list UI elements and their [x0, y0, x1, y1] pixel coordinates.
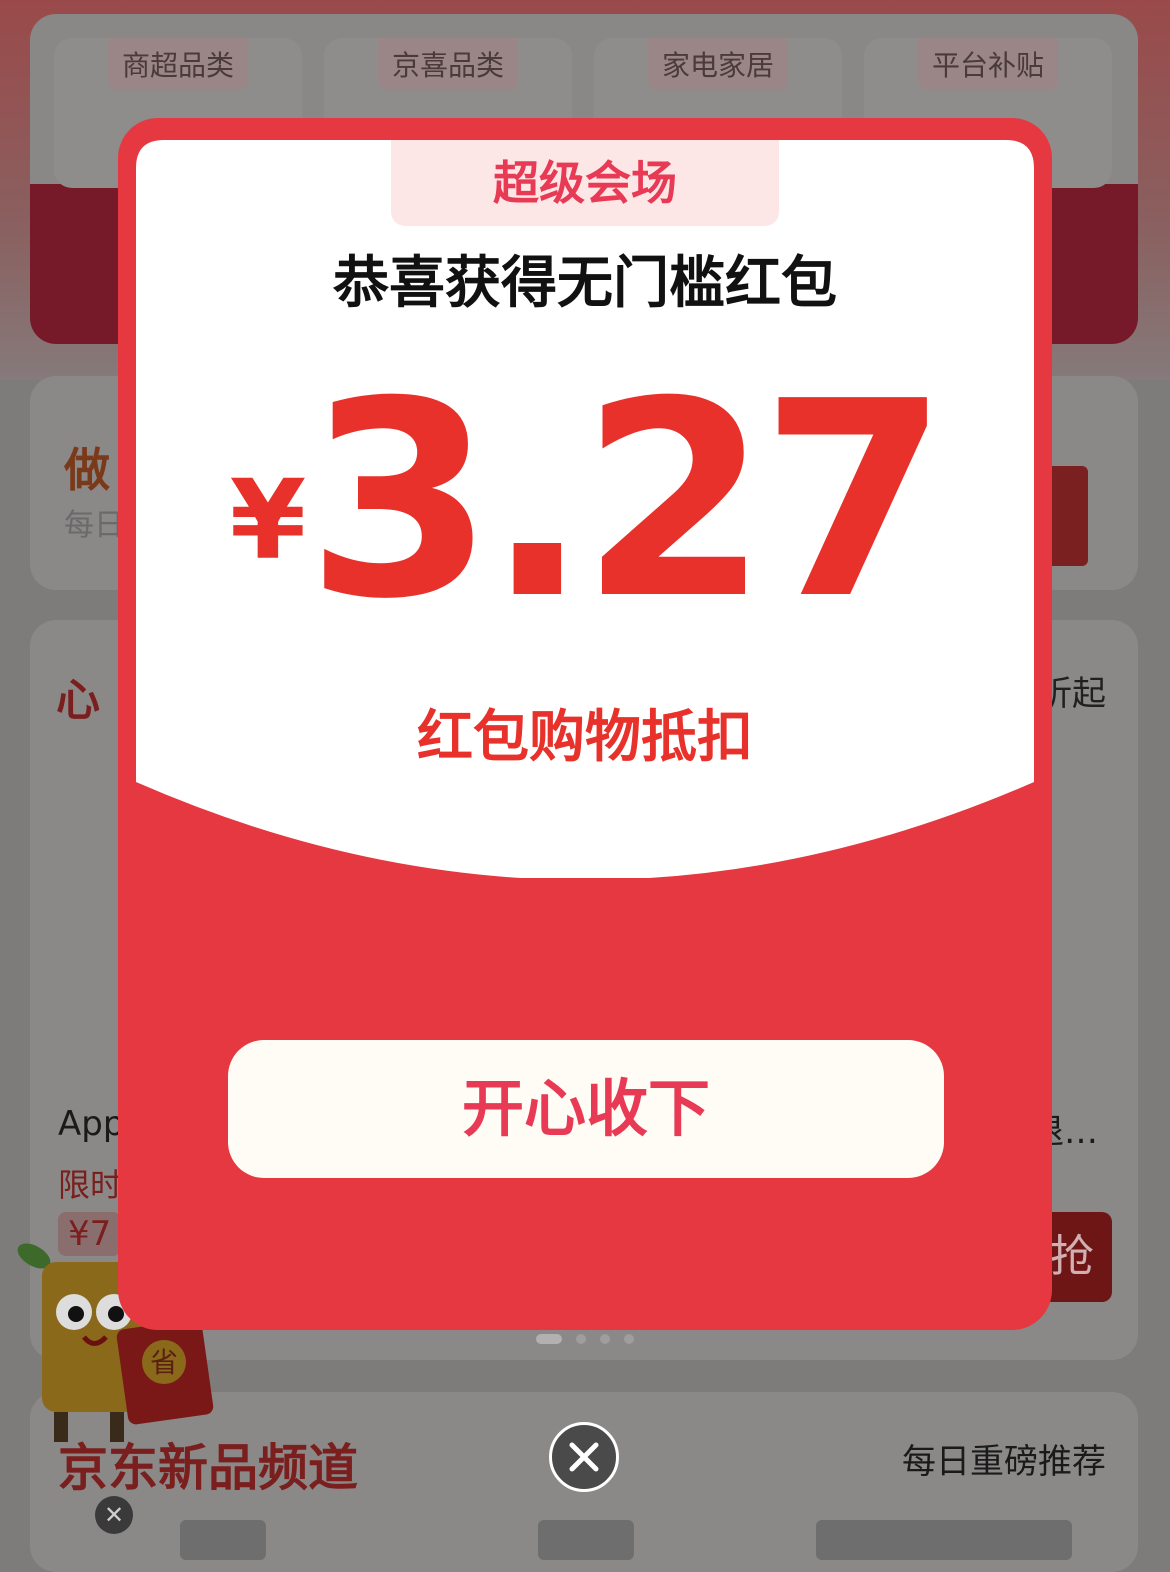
new-products-subtitle: 每日重磅推荐: [902, 1442, 1106, 1482]
amount-value: 3.27: [306, 343, 948, 658]
product-thumbnail[interactable]: [180, 1520, 266, 1560]
accept-button[interactable]: 开心收下: [228, 1040, 944, 1178]
red-packet-popup: 超级会场 恭喜获得无门槛红包 ¥3.27 红包购物抵扣 开心收下: [118, 118, 1052, 1330]
carousel-dot: [536, 1334, 562, 1344]
venue-tag: 超级会场: [391, 140, 779, 226]
popup-close-button[interactable]: [549, 1422, 619, 1492]
mascot-badge-text: 省: [150, 1346, 178, 1379]
currency-symbol: ¥: [229, 456, 307, 584]
deals-card-title: 心: [56, 675, 100, 726]
category-label: 平台补贴: [917, 38, 1059, 90]
popup-headline: 恭喜获得无门槛红包: [333, 251, 837, 316]
close-icon: [569, 1442, 599, 1472]
task-card-title: 做: [64, 443, 110, 497]
category-label: 商超品类: [107, 38, 249, 90]
product-thumbnail[interactable]: [538, 1520, 634, 1560]
carousel-dot: [600, 1334, 610, 1344]
limited-time-label: 限时: [58, 1166, 123, 1204]
category-label: 京喜品类: [377, 38, 519, 90]
carousel-dots: [536, 1334, 634, 1344]
carousel-dot: [576, 1334, 586, 1344]
task-card-subtitle: 每日: [64, 508, 124, 543]
red-packet-amount: ¥3.27: [118, 366, 1052, 636]
category-label: 家电家居: [647, 38, 789, 90]
product-thumbnail[interactable]: [816, 1520, 1072, 1560]
popup-subline: 红包购物抵扣: [417, 705, 753, 770]
product-name[interactable]: App: [58, 1104, 124, 1144]
mascot-close-button[interactable]: ✕: [95, 1496, 133, 1534]
carousel-dot: [624, 1334, 634, 1344]
